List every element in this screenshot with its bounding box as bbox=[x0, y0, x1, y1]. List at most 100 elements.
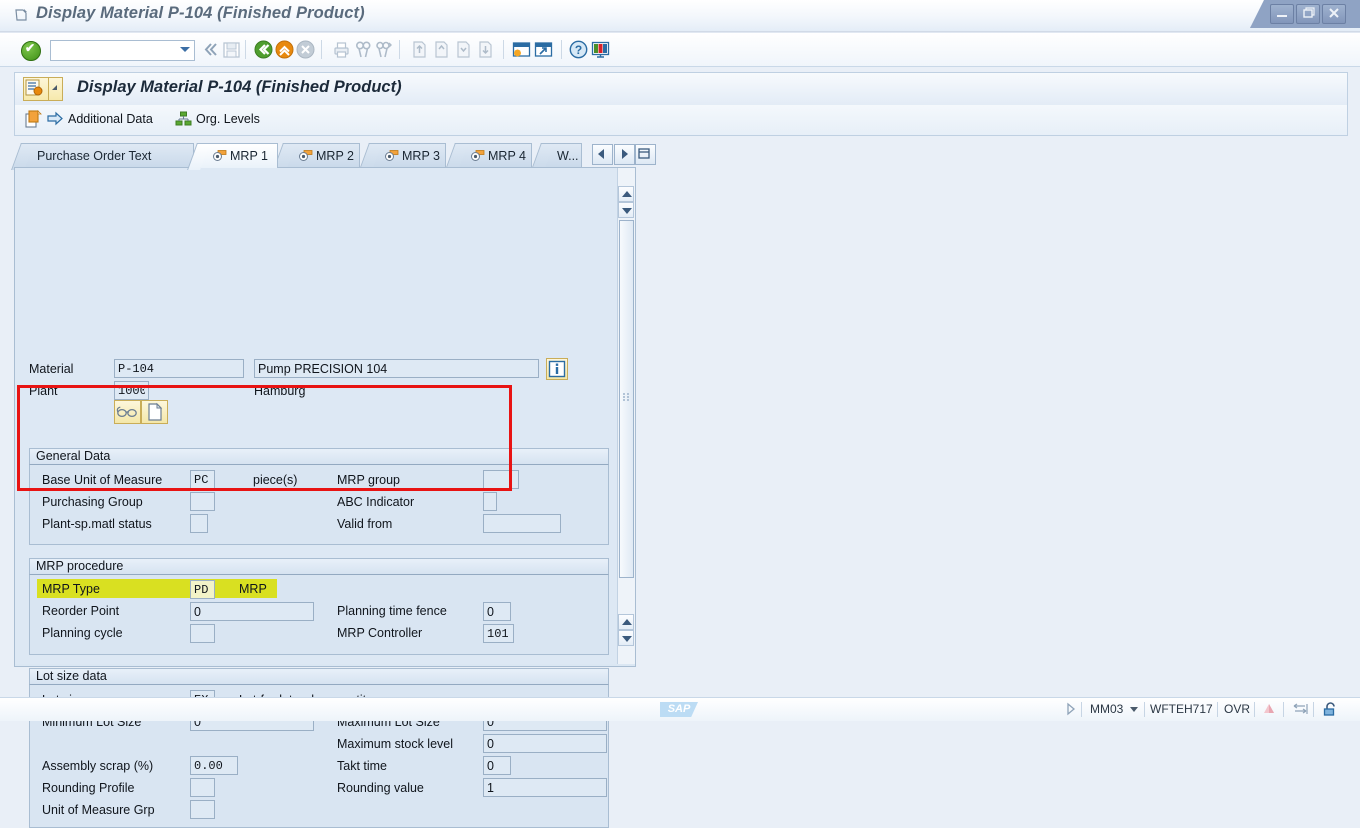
rounding-profile-label: Rounding Profile bbox=[42, 781, 135, 795]
form-scrollbar[interactable] bbox=[617, 168, 635, 664]
signal-icon[interactable] bbox=[1262, 702, 1278, 719]
info-icon[interactable] bbox=[546, 358, 568, 380]
back-collapse-icon[interactable] bbox=[200, 39, 221, 60]
tab-purchase-order-text[interactable]: Purchase Order Text bbox=[24, 143, 194, 168]
tab-mrp-3[interactable]: MRP 3 bbox=[372, 143, 446, 168]
window-title: Display Material P-104 (Finished Product… bbox=[36, 4, 365, 22]
plant-sp-matl-status-input[interactable] bbox=[190, 514, 208, 533]
first-page-icon[interactable] bbox=[409, 39, 430, 60]
customize-layout-icon[interactable] bbox=[590, 39, 611, 60]
transaction-icon bbox=[23, 77, 49, 101]
material-input[interactable] bbox=[114, 359, 244, 378]
additional-data-button[interactable]: Additional Data bbox=[25, 110, 195, 130]
plant-input[interactable] bbox=[114, 381, 149, 400]
assembly-scrap-label: Assembly scrap (%) bbox=[42, 759, 154, 773]
spectacles-icon[interactable] bbox=[114, 400, 141, 424]
scroll-down-arrow[interactable] bbox=[618, 202, 634, 218]
status-separator bbox=[1217, 702, 1218, 717]
tab-mrp-1[interactable]: MRP 1 bbox=[200, 143, 278, 168]
valid-from-input[interactable] bbox=[483, 514, 561, 533]
transaction-dropdown-icon[interactable] bbox=[48, 77, 63, 101]
abc-indicator-input[interactable] bbox=[483, 492, 497, 511]
additional-data-icon bbox=[25, 110, 43, 132]
save-icon[interactable] bbox=[221, 39, 242, 60]
tab-mrp-4[interactable]: MRP 4 bbox=[458, 143, 532, 168]
unlocked-icon[interactable] bbox=[1322, 702, 1340, 720]
tab-scroll-right-icon[interactable] bbox=[614, 144, 635, 165]
ok-check-button[interactable] bbox=[21, 41, 41, 61]
help-icon[interactable]: ? bbox=[568, 39, 589, 60]
org-levels-icon bbox=[175, 111, 192, 131]
minimize-button[interactable] bbox=[1270, 4, 1294, 24]
plant-description: Hamburg bbox=[254, 384, 306, 398]
back-green-icon[interactable] bbox=[253, 39, 274, 60]
tab-label: MRP 1 bbox=[230, 149, 268, 163]
scroll-up-arrow[interactable] bbox=[618, 186, 634, 202]
find-next-icon[interactable] bbox=[374, 39, 395, 60]
rounding-profile-input[interactable] bbox=[190, 778, 215, 797]
reorder-point-label: Reorder Point bbox=[42, 604, 120, 618]
next-page-icon[interactable] bbox=[453, 39, 474, 60]
transaction-dropdown-icon[interactable] bbox=[1128, 702, 1140, 719]
planning-cycle-input[interactable] bbox=[190, 624, 215, 643]
mrp-tab-icon bbox=[299, 146, 313, 161]
reorder-point-input[interactable] bbox=[190, 602, 314, 621]
system-id[interactable]: WFTEH717 bbox=[1150, 702, 1213, 716]
status-separator bbox=[1254, 702, 1255, 717]
unit-of-measure-grp-input[interactable] bbox=[190, 800, 215, 819]
org-levels-button[interactable]: Org. Levels bbox=[175, 110, 285, 130]
mrp-type-input[interactable] bbox=[190, 580, 215, 599]
purchasing-group-input[interactable] bbox=[190, 492, 215, 511]
mrp-group-input[interactable] bbox=[483, 470, 519, 489]
window-title-bar: Display Material P-104 (Finished Product… bbox=[0, 0, 1360, 31]
takt-time-input[interactable] bbox=[483, 756, 511, 775]
toolbar-separator bbox=[399, 40, 400, 59]
tab-work-scheduling[interactable]: W... bbox=[544, 143, 582, 168]
tab-label: MRP 3 bbox=[402, 149, 440, 163]
mrp-controller-label: MRP Controller bbox=[337, 626, 423, 640]
cancel-grey-icon[interactable] bbox=[295, 39, 316, 60]
scroll-page-up-arrow[interactable] bbox=[618, 614, 634, 630]
planning-time-fence-label: Planning time fence bbox=[337, 604, 447, 618]
print-icon[interactable] bbox=[331, 39, 352, 60]
find-icon[interactable] bbox=[353, 39, 374, 60]
maximum-stock-level-input[interactable] bbox=[483, 734, 607, 753]
chevron-down-icon[interactable] bbox=[180, 47, 190, 52]
assembly-scrap-input[interactable] bbox=[190, 756, 238, 775]
status-expand-icon[interactable] bbox=[1065, 702, 1077, 719]
last-page-icon[interactable] bbox=[475, 39, 496, 60]
rounding-value-input[interactable] bbox=[483, 778, 607, 797]
lot-size-data-header: Lot size data bbox=[29, 668, 609, 685]
additional-data-label: Additional Data bbox=[68, 112, 153, 126]
svg-text:?: ? bbox=[575, 43, 582, 57]
transaction-code[interactable]: MM03 bbox=[1090, 702, 1123, 716]
mrp-controller-input[interactable] bbox=[483, 624, 514, 643]
tab-list-icon[interactable] bbox=[635, 144, 656, 165]
insert-mode[interactable]: OVR bbox=[1224, 702, 1250, 716]
command-input[interactable] bbox=[53, 42, 177, 59]
exit-orange-icon[interactable] bbox=[274, 39, 295, 60]
rounding-value-label: Rounding value bbox=[337, 781, 424, 795]
document-icon[interactable] bbox=[141, 400, 168, 424]
base-unit-input[interactable] bbox=[190, 470, 215, 489]
close-button[interactable] bbox=[1322, 4, 1346, 24]
general-data-header: General Data bbox=[29, 448, 609, 465]
mrp-tab-icon bbox=[471, 146, 485, 161]
sap-window-icon bbox=[14, 7, 30, 23]
restore-button[interactable] bbox=[1296, 4, 1320, 24]
planning-time-fence-input[interactable] bbox=[483, 602, 511, 621]
status-separator bbox=[1313, 702, 1314, 717]
tab-scroll-left-icon[interactable] bbox=[592, 144, 613, 165]
scrollbar-thumb[interactable] bbox=[619, 220, 634, 578]
command-field[interactable] bbox=[50, 40, 195, 61]
page-title: Display Material P-104 (Finished Product… bbox=[77, 78, 402, 96]
window-controls bbox=[1250, 0, 1360, 28]
tab-mrp-2[interactable]: MRP 2 bbox=[286, 143, 360, 168]
material-description-input[interactable] bbox=[254, 359, 539, 378]
arrow-right-icon bbox=[47, 111, 65, 130]
response-time-icon[interactable] bbox=[1291, 702, 1309, 719]
create-shortcut-icon[interactable] bbox=[533, 39, 554, 60]
previous-page-icon[interactable] bbox=[431, 39, 452, 60]
create-session-icon[interactable] bbox=[511, 39, 532, 60]
scroll-page-down-arrow[interactable] bbox=[618, 630, 634, 646]
